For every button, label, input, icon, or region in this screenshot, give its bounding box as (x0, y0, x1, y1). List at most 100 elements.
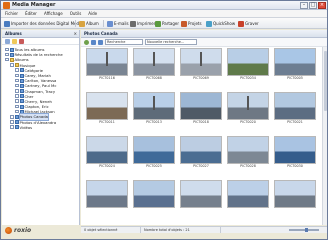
menu-tools[interactable]: Outils (70, 10, 82, 17)
checkbox-icon[interactable] (15, 68, 19, 72)
photo-thumbnail[interactable] (274, 180, 316, 208)
album-tree-label: Vidéos (19, 124, 33, 130)
photo-thumbnail[interactable]: PICT0021 (274, 92, 316, 125)
email-button[interactable]: E-mails (107, 19, 129, 28)
import-button[interactable]: Importer des données Digital Media (4, 19, 83, 28)
minimize-button[interactable]: – (300, 2, 308, 9)
photo-thumbnail[interactable] (133, 180, 175, 208)
roxio-logo-text: roxio (14, 227, 32, 234)
photo-thumbnail[interactable]: PICT0011 (86, 92, 128, 125)
photo-thumbnail[interactable]: PICT0024 (86, 136, 128, 169)
album-tree-item[interactable]: Vidéos (2, 125, 79, 130)
close-button[interactable]: × (318, 2, 326, 9)
print-label: Imprimer (137, 21, 156, 26)
photo-thumbnail[interactable]: PICT0030 (274, 136, 316, 169)
share-icon (155, 20, 161, 27)
vertical-scrollbar[interactable] (322, 47, 327, 225)
photo-thumbnail[interactable]: PICT0116 (86, 48, 128, 81)
photo-thumbnail[interactable]: PICT0018 (180, 92, 222, 125)
checkbox-icon[interactable] (15, 73, 19, 78)
albums-panel-tools (2, 38, 79, 45)
checkbox-icon[interactable] (10, 63, 14, 67)
photo-image (227, 48, 269, 76)
quickshow-label: QuickShow (213, 21, 236, 26)
search-input[interactable]: Recherche (105, 39, 143, 45)
photo-thumbnail[interactable] (180, 180, 222, 208)
photo-filename: PICT0069 (193, 76, 209, 80)
menu-help[interactable]: Aide (88, 10, 97, 17)
zoom-slider[interactable] (289, 228, 319, 232)
delete-icon[interactable] (19, 39, 24, 44)
photo-thumbnail[interactable] (86, 180, 128, 208)
checkbox-icon[interactable] (10, 115, 14, 119)
album-tree: Tous les albums Résultats de la recherche… (2, 45, 79, 130)
selection-status: 0 objet sélectionné (81, 227, 141, 233)
photo-filename: PICT0025 (146, 164, 162, 168)
photo-thumbnail[interactable]: PICT0034 (227, 48, 269, 81)
checkbox-icon[interactable] (15, 94, 19, 98)
projects-label: Projets (188, 21, 202, 26)
new-search-dropdown[interactable]: Nouvelle recherche... (145, 39, 197, 45)
tower-shape (153, 52, 155, 66)
album-icon (14, 125, 19, 130)
photo-thumbnail[interactable]: PICT0025 (133, 136, 175, 169)
new-album-icon[interactable] (5, 39, 10, 44)
burn-icon (238, 20, 244, 27)
photo-filename: PICT0030 (287, 164, 303, 168)
checkbox-icon[interactable] (5, 47, 9, 52)
new-folder-icon[interactable] (12, 39, 17, 44)
photo-image (274, 92, 316, 120)
photo-image (86, 92, 128, 120)
photo-image (274, 136, 316, 164)
zoom-slider-knob[interactable] (305, 228, 308, 232)
checkbox-icon[interactable] (10, 120, 14, 124)
projects-icon (181, 20, 187, 27)
print-button[interactable]: Imprimer (130, 19, 155, 28)
sort-icon[interactable] (98, 39, 103, 45)
photo-thumbnail[interactable]: PICT0020 (227, 92, 269, 125)
photo-thumbnail[interactable]: PICT0027 (180, 136, 222, 169)
checkbox-icon[interactable] (5, 57, 9, 62)
menu-file[interactable]: Fichier (5, 10, 18, 17)
maximize-button[interactable]: □ (309, 2, 317, 9)
checkbox-icon[interactable] (15, 109, 19, 114)
album-button[interactable]: Album (79, 19, 99, 28)
photo-image (86, 180, 128, 208)
toolbar-separator (75, 20, 76, 27)
photo-image (180, 48, 222, 76)
checkbox-icon[interactable] (10, 125, 14, 129)
photo-thumbnail[interactable]: PICT0005 (274, 48, 316, 81)
checkbox-icon[interactable] (15, 83, 19, 88)
photo-thumbnail[interactable]: PICT0013 (133, 92, 175, 125)
menu-view[interactable]: Affichage (44, 10, 63, 17)
album-icon (19, 83, 24, 88)
checkbox-icon[interactable] (15, 104, 19, 109)
close-panel-icon[interactable]: × (74, 30, 77, 38)
add-media-icon[interactable] (84, 39, 89, 45)
photo-thumbnail[interactable] (227, 180, 269, 208)
photo-thumbnail[interactable]: PICT0028 (227, 136, 269, 169)
media-manager-window: Media Manager – □ × Fichier Éditer Affic… (0, 0, 328, 240)
photo-image (227, 180, 269, 208)
menu-edit[interactable]: Éditer (25, 10, 37, 17)
checkbox-icon[interactable] (5, 52, 9, 57)
checkbox-icon[interactable] (15, 99, 19, 103)
photo-thumbnail[interactable]: PICT0068 (133, 48, 175, 81)
checkbox-icon[interactable] (15, 78, 19, 83)
scrollbar-thumb[interactable] (323, 51, 327, 111)
photo-filename: PICT0011 (99, 120, 115, 124)
photo-image (274, 180, 316, 208)
album-title: Photos Canada (84, 31, 118, 36)
burn-button[interactable]: Graver (238, 19, 259, 28)
share-button[interactable]: Partager (155, 19, 179, 28)
view-mode-icon[interactable] (91, 39, 96, 45)
quickshow-button[interactable]: QuickShow (206, 19, 235, 28)
photo-image (180, 136, 222, 164)
photo-thumbnail[interactable]: PICT0069 (180, 48, 222, 81)
album-icon (19, 68, 24, 73)
checkbox-icon[interactable] (15, 89, 19, 93)
projects-button[interactable]: Projets (181, 19, 202, 28)
photo-filename: PICT0018 (193, 120, 209, 124)
album-label: Album (86, 21, 99, 26)
album-icon (79, 20, 85, 27)
